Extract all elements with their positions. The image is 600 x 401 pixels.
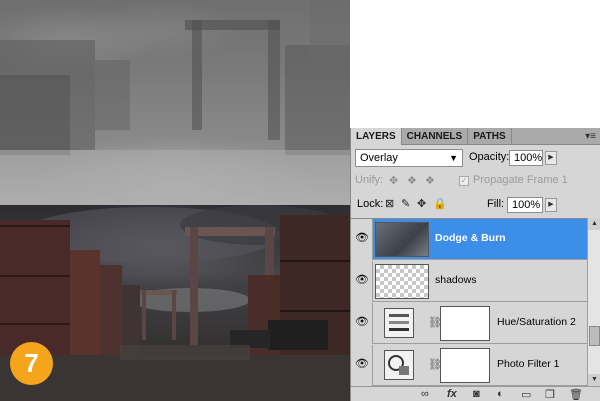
lock-fill-row: Lock: ⊠ ✎ ✥ 🔒 Fill: 100% ▶ <box>355 196 596 214</box>
tab-channels[interactable]: CHANNELS <box>402 128 469 145</box>
trash-icon[interactable]: 🗑 <box>569 388 583 401</box>
opacity-input[interactable]: 100% <box>509 150 543 166</box>
opacity-value: 100% <box>514 152 543 164</box>
eye-visibility-icon[interactable]: 👁 <box>354 315 370 331</box>
panel-menu-icon[interactable]: ▾≡ <box>585 131 596 142</box>
panel-tabs: LAYERS CHANNELS PATHS ▾≡ <box>351 128 600 145</box>
layers-panel: LAYERS CHANNELS PATHS ▾≡ Overlay ▼ Opaci… <box>350 128 600 401</box>
lock-position-icon[interactable]: ✥ <box>417 197 426 210</box>
preview-image-top <box>0 0 350 205</box>
opacity-label: Opacity: <box>469 151 510 163</box>
container-scene-top <box>0 0 350 205</box>
blend-opacity-row: Overlay ▼ Opacity: 100% ▶ <box>355 149 596 167</box>
hue-saturation-adjustment-icon <box>384 308 414 338</box>
eye-visibility-icon[interactable]: 👁 <box>354 231 370 247</box>
unify-position-icon[interactable]: ✥ <box>389 174 398 187</box>
layer-row-photo-filter[interactable]: 👁 ⛓ Photo Filter 1 <box>351 345 587 386</box>
photo-filter-adjustment-icon <box>384 350 414 380</box>
layers-bottom-toolbar: ∞ fx ◙ ◐ ▭ ❐ 🗑 <box>351 386 600 401</box>
adjustment-layer-icon[interactable]: ◐ <box>497 388 504 400</box>
layer-name: Hue/Saturation 2 <box>497 316 576 328</box>
layer-name: shadows <box>435 274 477 286</box>
lock-transparency-icon[interactable]: ⊠ <box>385 197 394 210</box>
eye-visibility-icon[interactable]: 👁 <box>354 273 370 289</box>
visibility-cell: 👁 <box>351 345 373 386</box>
lock-image-icon[interactable]: ✎ <box>401 197 410 210</box>
container-scene-bottom <box>0 205 350 401</box>
visibility-cell: 👁 <box>351 303 373 344</box>
tab-layers[interactable]: LAYERS <box>351 128 402 145</box>
step-number-badge: 7 <box>10 342 53 385</box>
layer-name: Dodge & Burn <box>435 232 506 244</box>
propagate-frame-checkbox[interactable]: ✓ <box>459 176 469 186</box>
unify-visibility-icon[interactable]: ❖ <box>407 174 417 187</box>
unify-row: Unify: ✥ ❖ ❖ ✓ Propagate Frame 1 <box>355 174 596 190</box>
scroll-up-icon[interactable]: ▲ <box>588 218 600 230</box>
opacity-slider-arrow-icon[interactable]: ▶ <box>545 151 557 165</box>
unify-label: Unify: <box>355 174 384 186</box>
layers-scrollbar[interactable]: ▲ ▼ <box>587 218 600 386</box>
add-mask-icon[interactable]: ◙ <box>473 388 480 400</box>
layers-list: 👁 Dodge & Burn 👁 shadows 👁 ⛓ Hue/Saturat… <box>351 218 587 386</box>
layer-thumbnail-transparent <box>375 264 429 299</box>
blend-mode-select[interactable]: Overlay ▼ <box>355 149 463 167</box>
layer-mask-thumbnail[interactable] <box>440 306 490 341</box>
fill-value: 100% <box>512 199 541 211</box>
eye-visibility-icon[interactable]: 👁 <box>354 357 370 373</box>
propagate-frame-label: Propagate Frame 1 <box>473 174 568 186</box>
fill-slider-arrow-icon[interactable]: ▶ <box>545 198 557 212</box>
layer-mask-thumbnail[interactable] <box>440 348 490 383</box>
new-layer-icon[interactable]: ❐ <box>545 388 555 401</box>
layer-thumbnail <box>375 222 429 257</box>
layer-row-shadows[interactable]: 👁 shadows <box>351 261 587 302</box>
visibility-cell: 👁 <box>351 261 373 302</box>
layer-name: Photo Filter 1 <box>497 358 560 370</box>
lock-label: Lock: <box>357 198 384 210</box>
layer-row-hue-saturation[interactable]: 👁 ⛓ Hue/Saturation 2 <box>351 303 587 344</box>
scroll-thumb[interactable] <box>589 326 600 346</box>
preview-image-bottom <box>0 205 350 401</box>
visibility-cell: 👁 <box>351 219 373 260</box>
group-folder-icon[interactable]: ▭ <box>521 388 531 401</box>
link-icon[interactable]: ∞ <box>421 388 429 400</box>
tab-paths[interactable]: PATHS <box>468 128 512 145</box>
blend-mode-value: Overlay <box>360 152 398 164</box>
unify-style-icon[interactable]: ❖ <box>425 174 435 187</box>
scroll-down-icon[interactable]: ▼ <box>588 374 600 386</box>
lock-all-icon[interactable]: 🔒 <box>433 197 447 210</box>
fill-input[interactable]: 100% <box>507 197 543 213</box>
layer-row-dodge-burn[interactable]: 👁 Dodge & Burn <box>351 219 587 260</box>
fx-icon[interactable]: fx <box>447 388 457 400</box>
dropdown-arrow-icon: ▼ <box>449 153 458 163</box>
fill-label: Fill: <box>487 198 505 210</box>
step-number: 7 <box>24 348 39 378</box>
